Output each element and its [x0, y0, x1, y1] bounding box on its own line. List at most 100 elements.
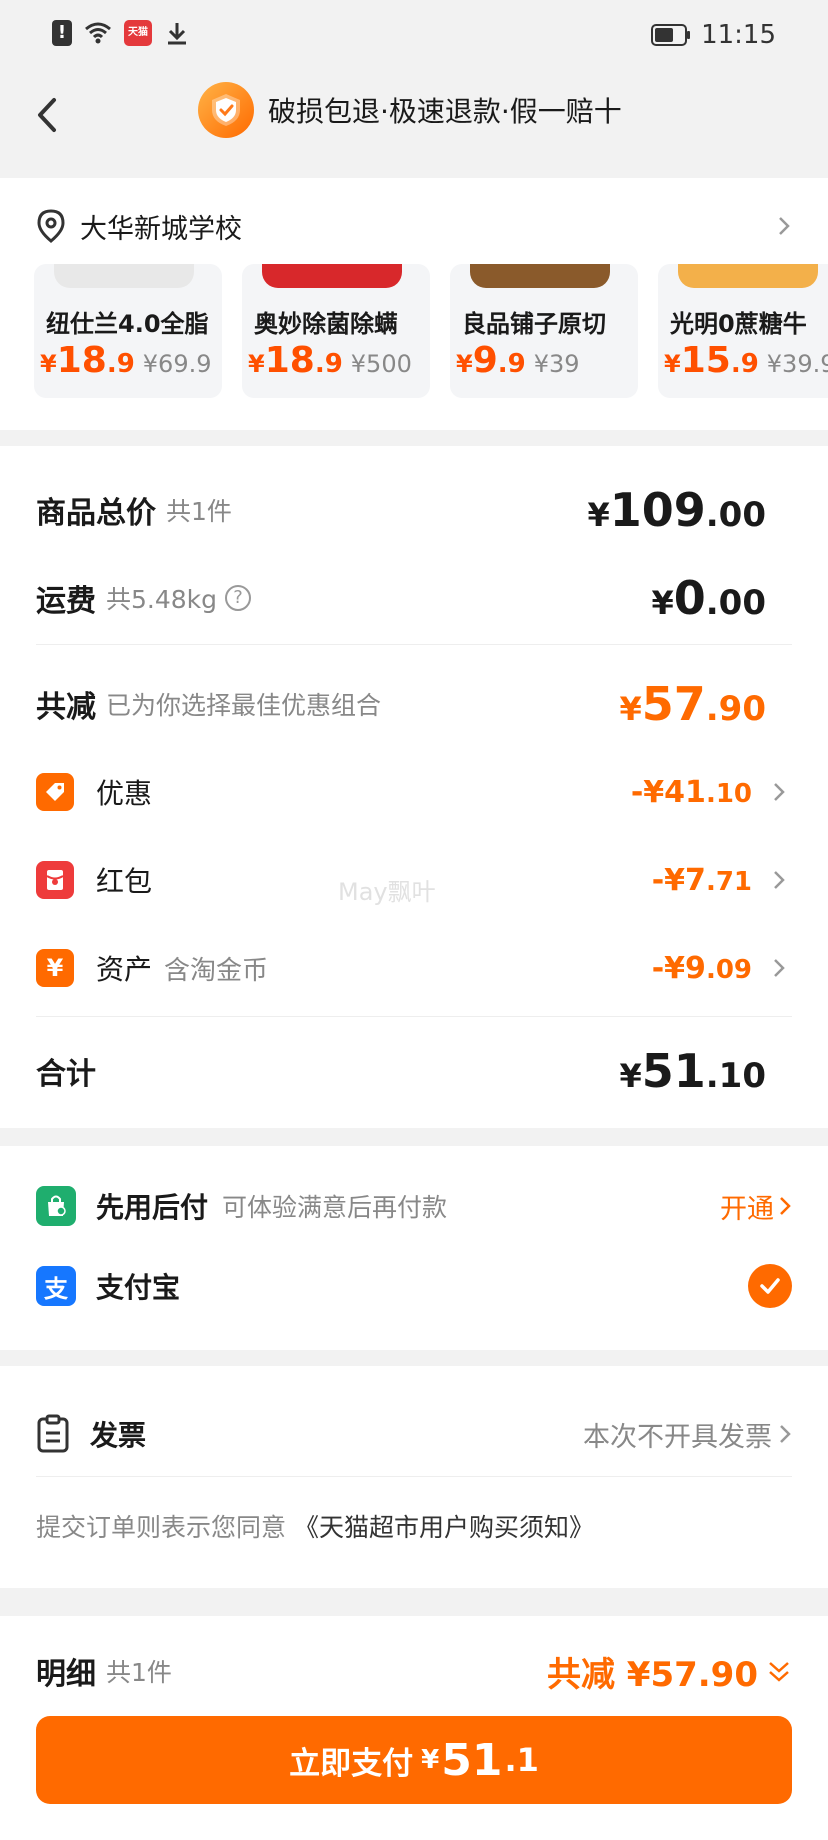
- product-image: [678, 264, 818, 288]
- goods-total-amount: ¥109.00: [587, 483, 766, 537]
- coupon-row[interactable]: 优惠 -¥41.10: [36, 768, 792, 816]
- price-summary: 商品总价 共1件 ¥109.00 运费 共5.48kg ? ¥0.00 共减 已…: [0, 446, 828, 1128]
- watermark: May飘叶: [338, 878, 436, 906]
- product-price: ¥9.9 ¥39: [456, 340, 580, 381]
- product-image: [262, 264, 402, 288]
- status-icons: ! 天猫: [52, 20, 190, 46]
- alipay-row[interactable]: 支 支付宝: [36, 1262, 792, 1310]
- detail-count: 共1件: [106, 1658, 172, 1687]
- product-image: [470, 264, 610, 288]
- red-packet-amount: -¥7.71: [651, 862, 752, 898]
- selected-check-icon[interactable]: [748, 1264, 792, 1308]
- invoice-card: 发票 本次不开具发票 提交订单则表示您同意 《天猫超市用户购买须知》: [0, 1366, 828, 1588]
- clock: 11:15: [701, 20, 776, 50]
- assets-sub: 含淘金币: [164, 955, 269, 986]
- guarantee-banner: 破损包退·极速退款·假一赔十: [198, 82, 622, 138]
- total-discount-label: 共减: [36, 690, 96, 725]
- shipping-amount: ¥0.00: [651, 571, 766, 625]
- terms-link[interactable]: 《天猫超市用户购买须知》: [294, 1513, 594, 1542]
- product-card[interactable]: 光明0蔗糖牛 ¥15.9 ¥39.9: [658, 264, 828, 398]
- chevron-right-icon: [774, 871, 785, 889]
- detail-discount: 共减 ¥57.90: [546, 1654, 758, 1695]
- divider: [36, 644, 792, 645]
- chevron-right-icon: [779, 217, 790, 235]
- shipping-label: 运费: [36, 584, 96, 619]
- total-discount-amount: ¥57.90: [619, 677, 766, 731]
- product-name: 光明0蔗糖牛: [670, 310, 807, 338]
- product-price: ¥18.9 ¥500: [248, 340, 412, 381]
- clipboard-icon: [37, 1414, 69, 1453]
- yuan-coin-icon: ¥: [36, 949, 74, 987]
- address-row[interactable]: 大华新城学校: [36, 206, 792, 246]
- address-text: 大华新城学校: [80, 213, 242, 245]
- shopping-bag-icon: [36, 1186, 76, 1226]
- product-name: 纽仕兰4.0全脂: [46, 310, 209, 338]
- product-card[interactable]: 纽仕兰4.0全脂 ¥18.9 ¥69.9: [34, 264, 222, 398]
- product-name: 奥妙除菌除螨: [254, 310, 398, 338]
- red-packet-icon: [36, 861, 74, 899]
- bnpl-open-button[interactable]: 开通: [720, 1187, 792, 1226]
- invoice-row[interactable]: 发票 本次不开具发票: [36, 1410, 792, 1458]
- chevron-right-icon: [780, 1425, 791, 1443]
- chevron-right-icon: [774, 783, 785, 801]
- help-icon[interactable]: ?: [225, 585, 252, 611]
- bnpl-label: 先用后付: [96, 1191, 209, 1224]
- download-icon: [168, 23, 186, 45]
- product-name: 良品铺子原切: [462, 310, 606, 338]
- red-packet-label: 红包: [96, 865, 153, 898]
- grand-total-row: 合计 ¥51.10: [36, 1040, 792, 1102]
- assets-amount: -¥9.09: [651, 950, 752, 986]
- alipay-label: 支付宝: [96, 1271, 181, 1304]
- assets-label: 资产: [96, 953, 153, 986]
- product-price: ¥15.9 ¥39.9: [664, 340, 828, 381]
- product-card[interactable]: 奥妙除菌除螨 ¥18.9 ¥500: [242, 264, 430, 398]
- chevron-right-icon: [780, 1197, 791, 1215]
- discount-tag-icon: [36, 773, 74, 811]
- shield-check-icon: [198, 82, 254, 138]
- guarantee-text: 破损包退·极速退款·假一赔十: [268, 95, 622, 128]
- invoice-label: 发票: [90, 1419, 147, 1452]
- chevron-right-icon: [774, 959, 785, 977]
- discount-note: 已为你选择最佳优惠组合: [106, 691, 382, 720]
- checkout-bar: 明细 共1件 共减 ¥57.90 立即支付 ¥ 51 .1: [0, 1616, 828, 1840]
- address-card: 大华新城学校 纽仕兰4.0全脂 ¥18.9 ¥69.9 奥妙除菌除螨 ¥18.9 ¥…: [0, 178, 828, 430]
- grand-total-label: 合计: [36, 1057, 96, 1092]
- product-price: ¥18.9 ¥69.9: [40, 340, 212, 381]
- divider: [36, 1016, 792, 1017]
- product-image: [54, 264, 194, 288]
- recommended-products: 纽仕兰4.0全脂 ¥18.9 ¥69.9 奥妙除菌除螨 ¥18.9 ¥500 良品铺…: [34, 264, 828, 404]
- alert-icon: !: [52, 20, 72, 46]
- bnpl-sub: 可体验满意后再付款: [222, 1193, 448, 1222]
- terms-notice: 提交订单则表示您同意 《天猫超市用户购买须知》: [36, 1513, 594, 1542]
- page-header: 破损包退·极速退款·假一赔十: [0, 70, 828, 178]
- status-bar: ! 天猫 11:15: [0, 0, 828, 70]
- grand-total-amount: ¥51.10: [619, 1044, 766, 1098]
- goods-total-label: 商品总价: [36, 496, 156, 531]
- status-right: 11:15: [651, 20, 776, 50]
- detail-label: 明细: [36, 1657, 96, 1692]
- goods-count: 共1件: [166, 497, 232, 526]
- wifi-icon: [85, 22, 111, 44]
- double-chevron-down-icon[interactable]: [766, 1658, 792, 1686]
- original-price: ¥500: [350, 350, 412, 378]
- back-arrow-icon[interactable]: [28, 90, 68, 140]
- detail-row[interactable]: 明细 共1件 共减 ¥57.90: [36, 1646, 792, 1696]
- pay-now-button[interactable]: 立即支付 ¥ 51 .1: [36, 1716, 792, 1804]
- bnpl-row[interactable]: 先用后付 可体验满意后再付款 开通: [36, 1182, 792, 1230]
- location-pin-icon: [37, 209, 65, 243]
- coupon-amount: -¥41.10: [630, 774, 752, 810]
- original-price: ¥39.9: [766, 350, 828, 378]
- assets-row[interactable]: ¥ 资产 含淘金币 -¥9.09: [36, 944, 792, 992]
- total-discount-row: 共减 已为你选择最佳优惠组合 ¥57.90: [36, 676, 792, 732]
- invoice-value[interactable]: 本次不开具发票: [583, 1415, 792, 1454]
- coupon-label: 优惠: [96, 777, 153, 810]
- tmall-app-icon: 天猫: [124, 20, 152, 46]
- divider: [36, 1476, 792, 1477]
- battery-icon: [651, 24, 691, 46]
- shipping-weight: 共5.48kg: [106, 585, 218, 614]
- shipping-row: 运费 共5.48kg ? ¥0.00: [36, 570, 792, 626]
- original-price: ¥39: [533, 350, 580, 378]
- product-card[interactable]: 良品铺子原切 ¥9.9 ¥39: [450, 264, 638, 398]
- alipay-icon: 支: [36, 1266, 76, 1306]
- payment-methods: 先用后付 可体验满意后再付款 开通 支 支付宝: [0, 1146, 828, 1350]
